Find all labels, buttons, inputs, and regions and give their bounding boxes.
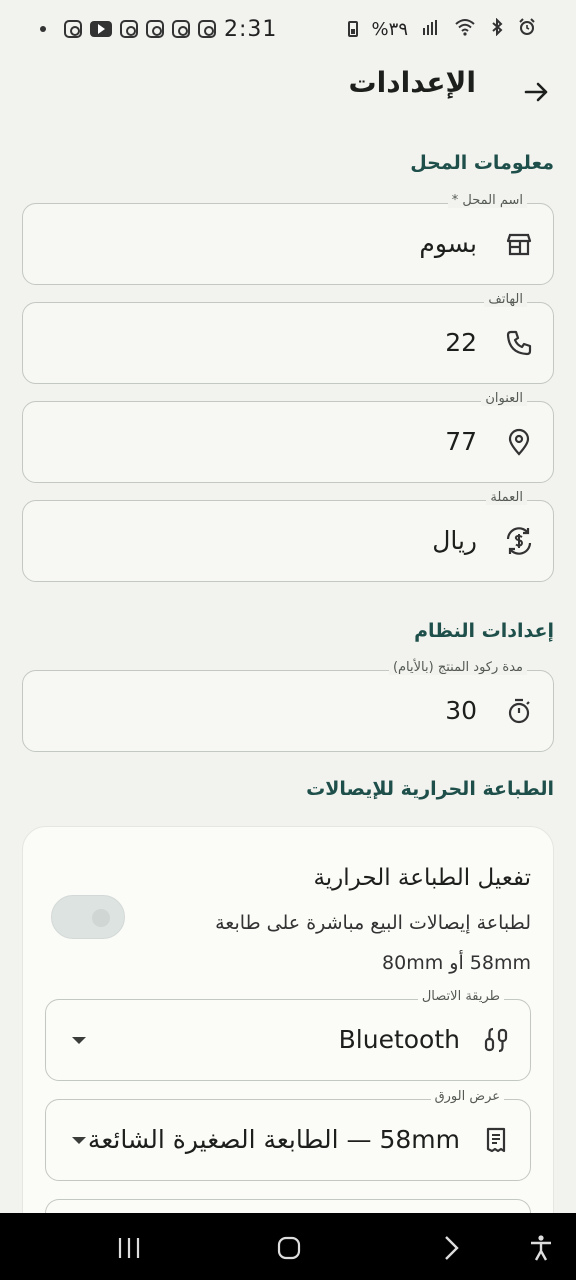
- thermal-printer-card: تفعيل الطباعة الحرارية لطباعة إيصالات ال…: [22, 826, 554, 1259]
- printer-toggle-title: تفعيل الطباعة الحرارية: [313, 865, 531, 891]
- alarm-icon: [518, 17, 536, 42]
- address-field[interactable]: العنوان 77: [22, 391, 554, 483]
- bluetooth-icon: [490, 17, 504, 42]
- chevron-down-icon: [72, 1137, 86, 1144]
- home-icon: [277, 1236, 301, 1260]
- receipt-icon: [478, 1122, 514, 1158]
- stagnation-days-label: مدة ركود المنتج (بالأيام): [388, 660, 527, 675]
- instagram-icon: [64, 20, 82, 38]
- printer-toggle-description: لطباعة إيصالات البيع مباشرة على طابعة 58…: [215, 912, 531, 974]
- instagram-icon: [120, 20, 138, 38]
- timer-icon: [501, 693, 537, 729]
- section-title-system-settings: إعدادات النظام: [414, 620, 554, 642]
- store-icon: [501, 226, 537, 262]
- arrow-back-icon: [524, 82, 548, 102]
- recent-apps-button[interactable]: [114, 1233, 144, 1263]
- bluetooth-connection-icon: [478, 1022, 514, 1058]
- status-bar: %٣٩ 2:31: [0, 0, 576, 58]
- phone-icon: [501, 325, 537, 361]
- home-button[interactable]: [274, 1233, 304, 1263]
- status-bar-left: %٣٩: [347, 17, 536, 42]
- shop-name-field[interactable]: اسم المحل * بسوم: [22, 193, 554, 285]
- phone-value: 22: [445, 328, 477, 357]
- back-nav-button[interactable]: [436, 1233, 466, 1263]
- status-bar-right: 2:31: [40, 17, 277, 42]
- clock: 2:31: [224, 16, 278, 42]
- chevron-right-icon: [445, 1236, 459, 1260]
- battery-percentage: %٣٩: [371, 18, 408, 40]
- connection-method-label: طريقة الاتصال: [417, 989, 504, 1004]
- instagram-icon: [172, 20, 190, 38]
- paper-width-value: 58mm — الطابعة الصغيرة الشائعة: [87, 1125, 460, 1154]
- address-label: العنوان: [481, 391, 527, 406]
- phone-field[interactable]: الهاتف 22: [22, 292, 554, 384]
- connection-method-value: Bluetooth: [338, 1025, 460, 1054]
- system-navigation-bar: [0, 1213, 576, 1280]
- battery-icon: [347, 21, 358, 37]
- currency-field[interactable]: العملة ريال: [22, 490, 554, 582]
- accessibility-button[interactable]: [526, 1233, 556, 1263]
- currency-exchange-icon: [501, 523, 537, 559]
- paper-width-dropdown[interactable]: عرض الورق 58mm — الطابعة الصغيرة الشائعة: [45, 1089, 531, 1181]
- thermal-printing-toggle[interactable]: [51, 895, 125, 939]
- phone-label: الهاتف: [484, 292, 527, 307]
- instagram-icon: [146, 20, 164, 38]
- shop-name-label: اسم المحل *: [447, 193, 527, 208]
- section-title-shop-info: معلومات المحل: [410, 152, 554, 174]
- connection-method-dropdown[interactable]: طريقة الاتصال Bluetooth: [45, 989, 531, 1081]
- recent-apps-icon: [118, 1238, 140, 1258]
- currency-value: ريال: [432, 526, 477, 555]
- app-bar: الإعدادات: [0, 58, 576, 122]
- instagram-icon: [198, 20, 216, 38]
- toggle-thumb: [92, 909, 110, 927]
- paper-width-label: عرض الورق: [430, 1089, 504, 1104]
- location-pin-icon: [501, 424, 537, 460]
- currency-label: العملة: [486, 490, 527, 505]
- address-value: 77: [445, 427, 477, 456]
- stagnation-days-value: 30: [445, 696, 477, 725]
- signal-icon: [422, 17, 440, 42]
- shop-name-value: بسوم: [419, 229, 477, 258]
- accessibility-icon: [531, 1235, 551, 1261]
- back-button[interactable]: [516, 72, 556, 112]
- section-title-printer: الطباعة الحرارية للإيصالات: [306, 778, 554, 800]
- stagnation-days-field[interactable]: مدة ركود المنتج (بالأيام) 30: [22, 660, 554, 752]
- page-title: الإعدادات: [348, 66, 476, 99]
- youtube-icon: [90, 21, 112, 37]
- wifi-icon: [454, 17, 476, 42]
- chevron-down-icon: [72, 1037, 86, 1044]
- notification-dot: [40, 26, 46, 32]
